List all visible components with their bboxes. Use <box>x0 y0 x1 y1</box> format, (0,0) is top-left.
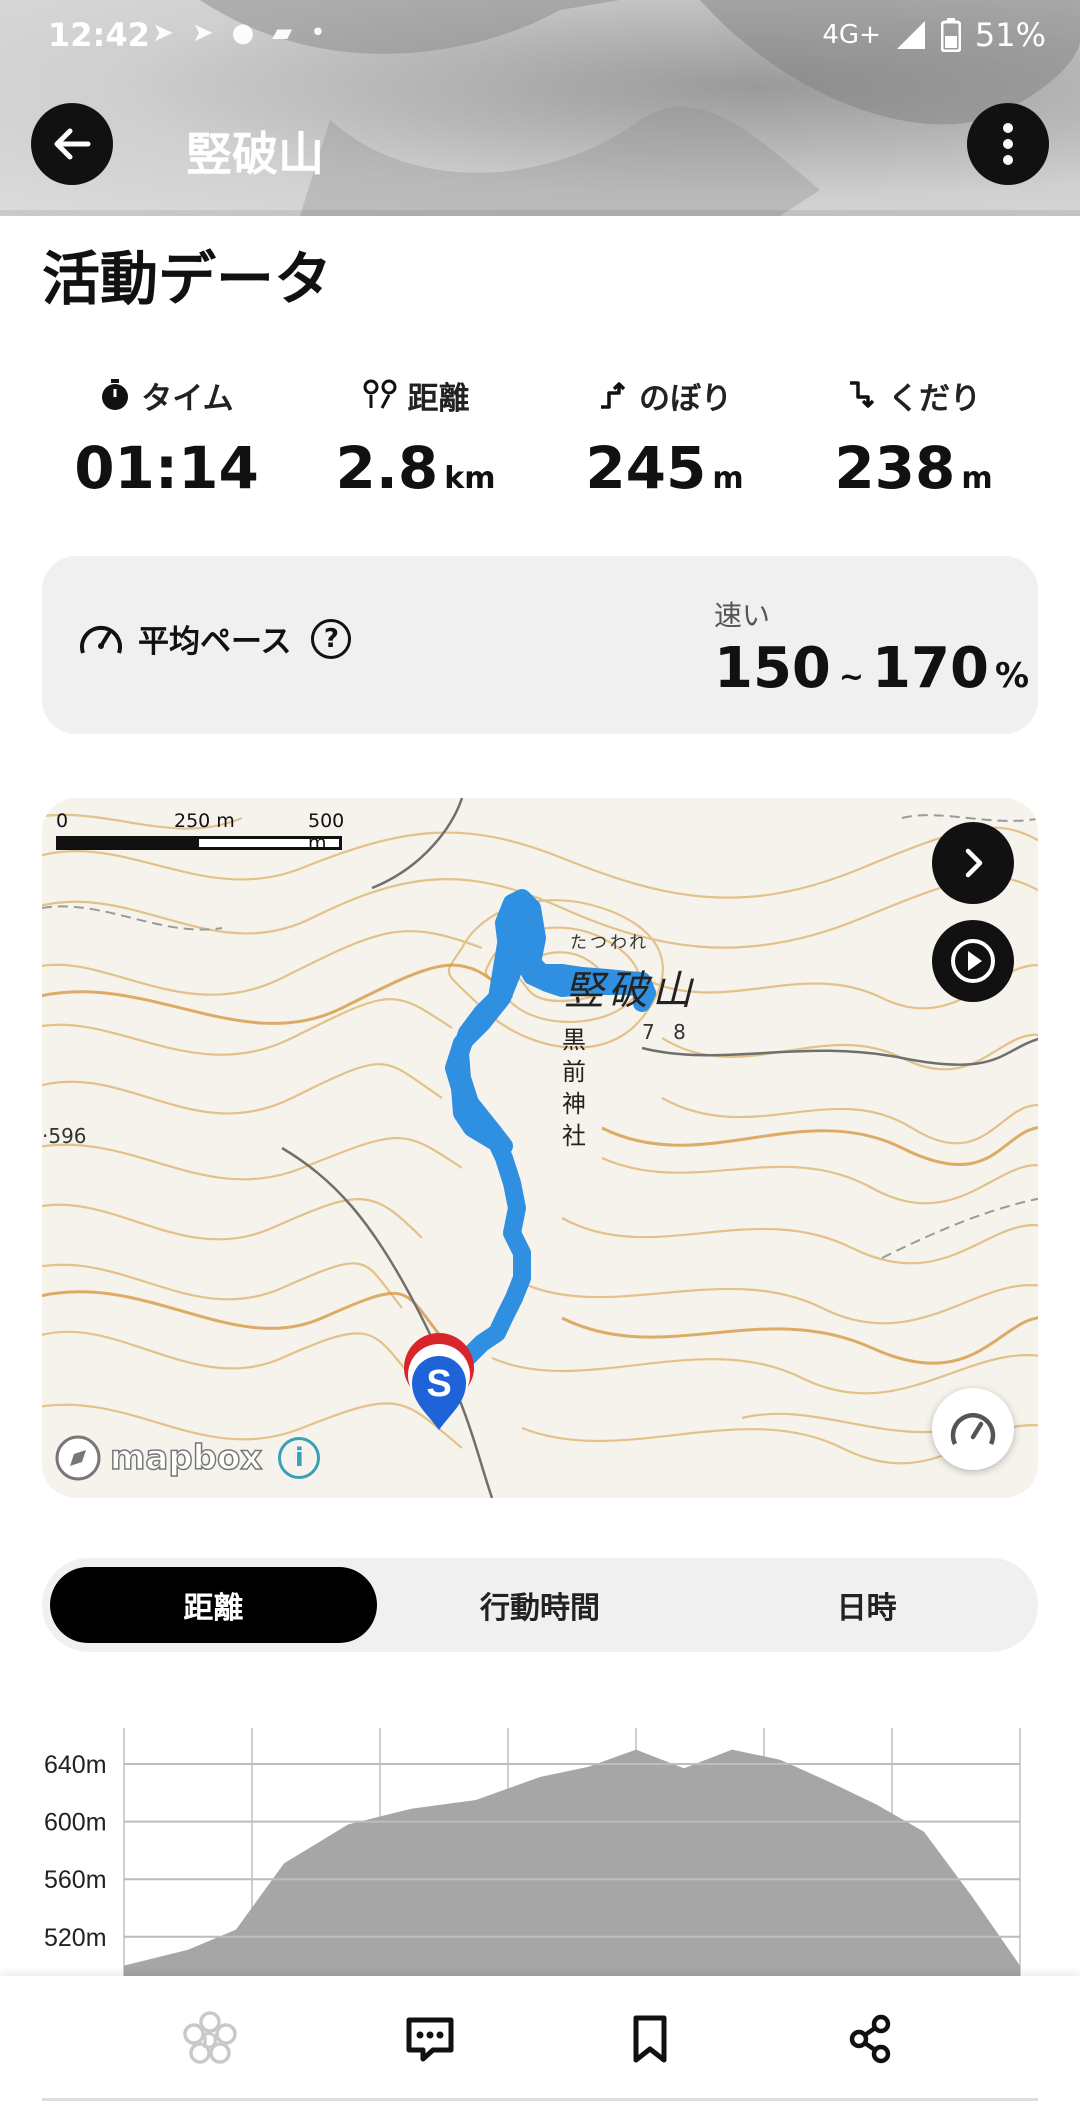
chart-y-tick-label: 640m <box>44 1751 107 1779</box>
share-button[interactable] <box>825 1994 915 2084</box>
descent-arrow-icon <box>850 381 875 408</box>
stat-value-time: 01:14 <box>74 434 259 502</box>
start-marker-label: S <box>426 1363 451 1405</box>
bookmark-button[interactable] <box>605 1994 695 2084</box>
paper-plane-icon: ➤ <box>152 18 174 48</box>
speed-map-button[interactable] <box>932 1388 1014 1470</box>
pace-category: 速い <box>714 599 771 632</box>
tab-distance[interactable]: 距離 <box>50 1567 377 1643</box>
speedometer-icon <box>950 1413 996 1445</box>
help-button[interactable]: ? <box>311 618 352 659</box>
map-place-name: 竪破山 <box>564 968 696 1014</box>
stat-value-descent: 238 m <box>834 434 993 502</box>
mapbox-attribution: mapbox i <box>54 1434 321 1482</box>
chart-y-tick-label: 600m <box>44 1809 107 1837</box>
section-title: 活動データ <box>42 245 333 313</box>
battery-icon <box>940 18 961 52</box>
pace-label: 平均ペース <box>138 624 292 660</box>
route-pin-icon <box>363 379 396 409</box>
chart-y-tick-label: 560m <box>44 1866 107 1894</box>
info-icon[interactable]: i <box>278 1437 321 1479</box>
stat-value-distance: 2.8 km <box>335 434 496 502</box>
more-vertical-icon <box>1003 123 1013 165</box>
line-app-icon: ● <box>231 18 255 48</box>
elevation-area <box>124 1749 1020 1980</box>
route-map[interactable]: S 0 250 m 500 m たつわれ 竪破山 7 8 黒前神社 ·596 m… <box>42 798 1038 1498</box>
stat-time: タイム 01:14 <box>42 372 291 502</box>
mapbox-wordmark: mapbox <box>109 1437 263 1479</box>
stat-label-descent: くだり <box>789 372 1038 418</box>
more-notifications-dot-icon: • <box>310 18 326 48</box>
stat-descent: くだり 238 m <box>789 372 1038 503</box>
topographic-map: S <box>42 798 1038 1498</box>
chart-y-tick-label: 520m <box>44 1924 107 1952</box>
average-pace-card: 平均ペース ? 速い 150 ~170% <box>42 556 1038 734</box>
share-icon <box>849 2014 891 2064</box>
weather-app-icon: ▰ <box>272 18 293 48</box>
svg-text:D: D <box>202 2028 218 2053</box>
back-button[interactable] <box>31 103 113 185</box>
signal-icon <box>896 21 925 49</box>
map-shrine-label: 黒前神社 <box>562 1026 586 1150</box>
elevation-chart: 640m 600m 560m 520m <box>44 1728 1021 1980</box>
domo-button[interactable]: D <box>165 1994 255 2084</box>
scale-bar <box>56 836 342 850</box>
home-indicator <box>42 2098 1038 2101</box>
map-playback-button[interactable] <box>932 920 1014 1002</box>
more-options-button[interactable] <box>967 103 1049 185</box>
pace-range: 150 ~170% <box>714 636 1030 701</box>
pace-label-row: 平均ペース ? <box>78 616 352 661</box>
network-label: 4G+ <box>822 20 881 50</box>
header: 12:42 ➤ ➤ ● ▰ • 4G+ 51% 竪破山 <box>0 0 1080 216</box>
stat-label-time: タイム <box>42 372 291 418</box>
stopwatch-icon <box>102 379 129 410</box>
paper-plane-icon: ➤ <box>191 18 214 48</box>
stats-row: タイム 01:14 距離 2.8 km のぼり 245 m くだり 238 m <box>42 372 1038 502</box>
chart-tabs: 距離 行動時間 日時 <box>42 1558 1038 1652</box>
stat-label-ascent: のぼり <box>540 372 789 418</box>
mapbox-logo-icon <box>55 1435 101 1481</box>
map-expand-button[interactable] <box>932 822 1014 904</box>
stat-distance: 距離 2.8 km <box>291 372 540 502</box>
status-time: 12:42 <box>48 16 150 54</box>
stat-value-ascent: 245 m <box>585 434 744 502</box>
tab-datetime[interactable]: 日時 <box>703 1567 1030 1643</box>
comment-icon <box>406 2017 454 2062</box>
speedometer-icon <box>80 625 122 654</box>
map-scale: 0 250 m 500 m <box>56 810 345 854</box>
page-title: 竪破山 <box>186 127 324 181</box>
status-right: 4G+ 51% <box>822 16 1046 54</box>
chevron-right-icon <box>965 848 983 878</box>
bottom-action-bar: D <box>0 1976 1080 2105</box>
map-spot-height: ·596 <box>42 1124 87 1148</box>
tab-active-time[interactable]: 行動時間 <box>377 1567 704 1643</box>
stat-ascent: のぼり 245 m <box>540 372 789 503</box>
ascent-arrow-icon <box>601 382 626 409</box>
play-circle-icon <box>951 939 995 983</box>
comment-button[interactable] <box>385 1994 475 2084</box>
notification-icons: ➤ ➤ ● ▰ • <box>152 18 326 48</box>
status-bar: 12:42 ➤ ➤ ● ▰ • 4G+ 51% <box>0 0 1080 72</box>
arrow-left-icon <box>54 128 91 160</box>
bookmark-icon <box>633 2015 667 2063</box>
battery-percent: 51% <box>974 16 1046 54</box>
question-mark-icon: ? <box>323 623 339 654</box>
map-elevation-label: 7 8 <box>642 1020 692 1044</box>
domo-icon: D <box>183 2011 237 2064</box>
map-place-ruby: たつわれ <box>570 933 650 953</box>
stat-label-distance: 距離 <box>291 372 540 418</box>
